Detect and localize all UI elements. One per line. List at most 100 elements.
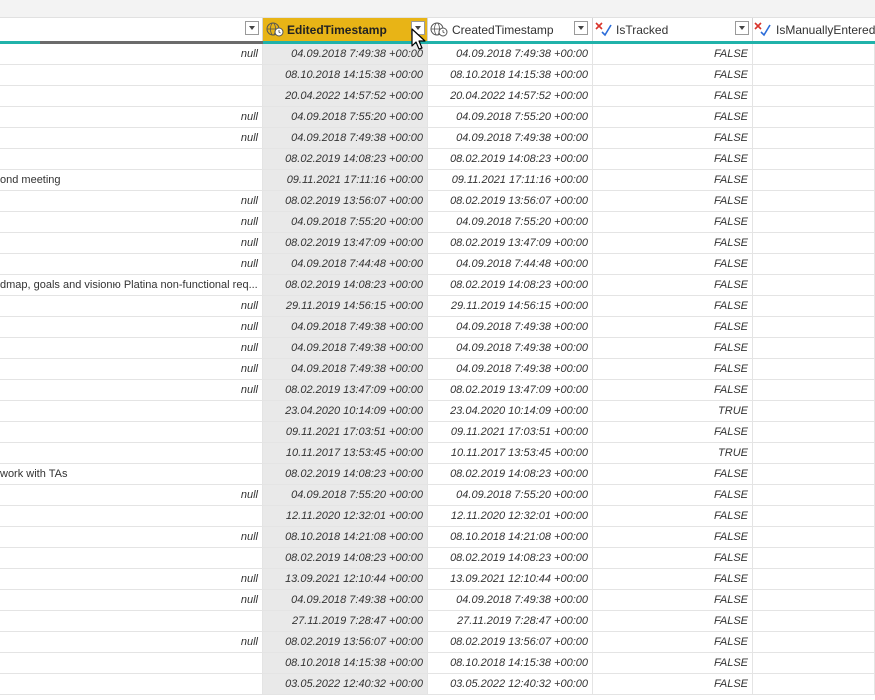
cell-is-tracked[interactable]: FALSE (593, 128, 753, 148)
cell-title[interactable]: null (0, 191, 263, 211)
cell-edited-timestamp[interactable]: 04.09.2018 7:49:38 +00:00 (263, 128, 428, 148)
cell-created-timestamp[interactable]: 04.09.2018 7:55:20 +00:00 (428, 485, 593, 505)
cell-title[interactable] (0, 65, 263, 85)
cell-created-timestamp[interactable]: 08.02.2019 14:08:23 +00:00 (428, 149, 593, 169)
cell-created-timestamp[interactable]: 04.09.2018 7:49:38 +00:00 (428, 44, 593, 64)
cell-edited-timestamp[interactable]: 04.09.2018 7:49:38 +00:00 (263, 359, 428, 379)
cell-is-tracked[interactable]: FALSE (593, 506, 753, 526)
cell-is-manually-entered[interactable] (753, 611, 875, 631)
column-header-created-timestamp[interactable]: CreatedTimestamp (428, 18, 593, 41)
cell-edited-timestamp[interactable]: 04.09.2018 7:55:20 +00:00 (263, 485, 428, 505)
cell-edited-timestamp[interactable]: 08.02.2019 14:08:23 +00:00 (263, 275, 428, 295)
cell-is-manually-entered[interactable] (753, 485, 875, 505)
column-header-title[interactable] (0, 18, 263, 41)
cell-created-timestamp[interactable]: 08.02.2019 13:56:07 +00:00 (428, 632, 593, 652)
cell-title[interactable]: null (0, 338, 263, 358)
cell-is-manually-entered[interactable] (753, 86, 875, 106)
cell-edited-timestamp[interactable]: 04.09.2018 7:49:38 +00:00 (263, 44, 428, 64)
cell-is-tracked[interactable]: FALSE (593, 632, 753, 652)
cell-edited-timestamp[interactable]: 08.02.2019 13:47:09 +00:00 (263, 233, 428, 253)
cell-created-timestamp[interactable]: 13.09.2021 12:10:44 +00:00 (428, 569, 593, 589)
cell-created-timestamp[interactable]: 04.09.2018 7:49:38 +00:00 (428, 128, 593, 148)
cell-title[interactable] (0, 611, 263, 631)
cell-is-tracked[interactable]: FALSE (593, 212, 753, 232)
cell-is-tracked[interactable]: FALSE (593, 380, 753, 400)
cell-edited-timestamp[interactable]: 08.02.2019 14:08:23 +00:00 (263, 149, 428, 169)
cell-is-tracked[interactable]: FALSE (593, 527, 753, 547)
cell-edited-timestamp[interactable]: 08.10.2018 14:15:38 +00:00 (263, 653, 428, 673)
cell-edited-timestamp[interactable]: 04.09.2018 7:44:48 +00:00 (263, 254, 428, 274)
cell-edited-timestamp[interactable]: 13.09.2021 12:10:44 +00:00 (263, 569, 428, 589)
cell-created-timestamp[interactable]: 04.09.2018 7:55:20 +00:00 (428, 107, 593, 127)
cell-is-manually-entered[interactable] (753, 191, 875, 211)
cell-title[interactable]: work with TAs (0, 464, 263, 484)
cell-is-tracked[interactable]: FALSE (593, 254, 753, 274)
cell-is-tracked[interactable]: FALSE (593, 653, 753, 673)
cell-is-tracked[interactable]: FALSE (593, 65, 753, 85)
cell-is-manually-entered[interactable] (753, 632, 875, 652)
cell-title[interactable] (0, 506, 263, 526)
cell-is-manually-entered[interactable] (753, 317, 875, 337)
cell-edited-timestamp[interactable]: 08.02.2019 14:08:23 +00:00 (263, 548, 428, 568)
cell-created-timestamp[interactable]: 08.02.2019 14:08:23 +00:00 (428, 275, 593, 295)
cell-is-tracked[interactable]: FALSE (593, 485, 753, 505)
cell-edited-timestamp[interactable]: 08.10.2018 14:21:08 +00:00 (263, 527, 428, 547)
cell-edited-timestamp[interactable]: 08.02.2019 13:47:09 +00:00 (263, 380, 428, 400)
cell-title[interactable] (0, 548, 263, 568)
cell-edited-timestamp[interactable]: 08.10.2018 14:15:38 +00:00 (263, 65, 428, 85)
cell-edited-timestamp[interactable]: 08.02.2019 13:56:07 +00:00 (263, 632, 428, 652)
cell-is-tracked[interactable]: FALSE (593, 569, 753, 589)
cell-is-tracked[interactable]: FALSE (593, 191, 753, 211)
cell-title[interactable] (0, 653, 263, 673)
cell-is-manually-entered[interactable] (753, 275, 875, 295)
cell-is-tracked[interactable]: FALSE (593, 317, 753, 337)
cell-title[interactable]: null (0, 317, 263, 337)
cell-edited-timestamp[interactable]: 03.05.2022 12:40:32 +00:00 (263, 674, 428, 694)
cell-title[interactable]: null (0, 359, 263, 379)
cell-is-manually-entered[interactable] (753, 527, 875, 547)
cell-is-tracked[interactable]: FALSE (593, 359, 753, 379)
cell-edited-timestamp[interactable]: 04.09.2018 7:49:38 +00:00 (263, 338, 428, 358)
cell-edited-timestamp[interactable]: 08.02.2019 14:08:23 +00:00 (263, 464, 428, 484)
filter-dropdown-button[interactable] (574, 21, 588, 35)
cell-created-timestamp[interactable]: 27.11.2019 7:28:47 +00:00 (428, 611, 593, 631)
cell-edited-timestamp[interactable]: 09.11.2021 17:11:16 +00:00 (263, 170, 428, 190)
cell-created-timestamp[interactable]: 20.04.2022 14:57:52 +00:00 (428, 86, 593, 106)
cell-title[interactable]: null (0, 233, 263, 253)
cell-edited-timestamp[interactable]: 04.09.2018 7:49:38 +00:00 (263, 317, 428, 337)
cell-created-timestamp[interactable]: 10.11.2017 13:53:45 +00:00 (428, 443, 593, 463)
cell-title[interactable]: null (0, 590, 263, 610)
cell-title[interactable]: null (0, 128, 263, 148)
cell-is-tracked[interactable]: FALSE (593, 422, 753, 442)
cell-created-timestamp[interactable]: 04.09.2018 7:49:38 +00:00 (428, 359, 593, 379)
cell-is-tracked[interactable]: FALSE (593, 590, 753, 610)
cell-is-manually-entered[interactable] (753, 107, 875, 127)
cell-title[interactable]: null (0, 380, 263, 400)
cell-created-timestamp[interactable]: 04.09.2018 7:49:38 +00:00 (428, 590, 593, 610)
cell-title[interactable]: null (0, 569, 263, 589)
cell-is-manually-entered[interactable] (753, 296, 875, 316)
cell-created-timestamp[interactable]: 08.10.2018 14:15:38 +00:00 (428, 65, 593, 85)
cell-is-tracked[interactable]: FALSE (593, 107, 753, 127)
cell-is-manually-entered[interactable] (753, 338, 875, 358)
cell-title[interactable] (0, 674, 263, 694)
cell-is-manually-entered[interactable] (753, 422, 875, 442)
cell-edited-timestamp[interactable]: 04.09.2018 7:55:20 +00:00 (263, 212, 428, 232)
cell-title[interactable]: null (0, 632, 263, 652)
cell-title[interactable]: dmap, goals and visionю Platina non-func… (0, 275, 263, 295)
cell-is-tracked[interactable]: FALSE (593, 44, 753, 64)
cell-created-timestamp[interactable]: 04.09.2018 7:55:20 +00:00 (428, 212, 593, 232)
cell-is-manually-entered[interactable] (753, 44, 875, 64)
cell-is-tracked[interactable]: FALSE (593, 233, 753, 253)
cell-edited-timestamp[interactable]: 08.02.2019 13:56:07 +00:00 (263, 191, 428, 211)
cell-title[interactable]: null (0, 296, 263, 316)
filter-dropdown-button[interactable] (735, 21, 749, 35)
cell-created-timestamp[interactable]: 09.11.2021 17:03:51 +00:00 (428, 422, 593, 442)
cell-is-tracked[interactable]: FALSE (593, 464, 753, 484)
cell-title[interactable]: null (0, 254, 263, 274)
cell-edited-timestamp[interactable]: 10.11.2017 13:53:45 +00:00 (263, 443, 428, 463)
cell-title[interactable]: null (0, 527, 263, 547)
cell-is-manually-entered[interactable] (753, 149, 875, 169)
cell-edited-timestamp[interactable]: 29.11.2019 14:56:15 +00:00 (263, 296, 428, 316)
cell-created-timestamp[interactable]: 29.11.2019 14:56:15 +00:00 (428, 296, 593, 316)
